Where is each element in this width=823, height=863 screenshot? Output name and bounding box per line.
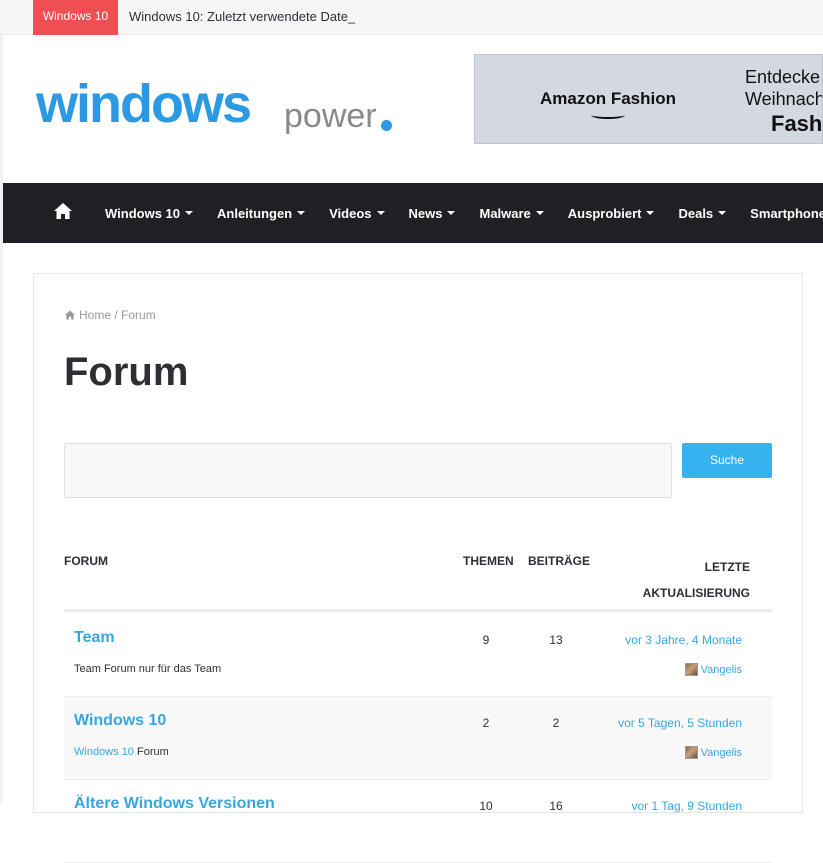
news-ticker[interactable]: Windows 10: Zuletzt verwendete Date_ <box>129 9 355 24</box>
nav-label: Videos <box>329 205 372 221</box>
top-bar: Windows 10 Windows 10: Zuletzt verwendet… <box>0 0 823 35</box>
forum-title-link[interactable]: Team <box>74 629 115 647</box>
column-header-letzte-aktualisierung: LETZTE AKTUALISIERUNG <box>610 554 750 606</box>
last-update-link[interactable]: vor 5 Tagen, 5 Stunden <box>618 716 742 730</box>
column-header-themen: THEMEN <box>463 554 514 568</box>
forum-title-link[interactable]: Windows 10 <box>74 712 166 730</box>
breadcrumb-separator: / <box>114 308 118 322</box>
nav-label: Anleitungen <box>217 205 293 221</box>
column-header-forum: FORUM <box>64 554 108 568</box>
ad-banner[interactable]: Amazon Fashion Entdecke Weihnach Fash <box>474 54 823 144</box>
ad-brand: Amazon Fashion <box>540 89 677 108</box>
caret-down-icon <box>646 211 655 215</box>
nav-label: Malware <box>479 205 531 221</box>
caret-down-icon <box>185 211 194 215</box>
forum-description-link[interactable]: Windows 10 <box>74 746 134 758</box>
nav-label: Windows 10 <box>105 205 181 221</box>
caret-down-icon <box>447 211 456 215</box>
caret-down-icon <box>376 211 385 215</box>
breadcrumb-home[interactable]: Home <box>79 308 111 322</box>
caret-down-icon <box>297 211 306 215</box>
nav-label: Ausprobiert <box>567 205 642 221</box>
logo-dot <box>381 120 392 131</box>
home-icon <box>65 310 75 320</box>
table-header: FORUM THEMEN BEITRÄGE LETZTE AKTUALISIERU… <box>64 550 772 612</box>
left-border <box>0 35 3 804</box>
page-title: Forum <box>64 350 189 394</box>
forum-description-text: Forum <box>133 746 169 758</box>
forum-title-link[interactable]: Ältere Windows Versionen <box>74 795 275 813</box>
forum-description: Team Forum nur für das Team <box>74 663 221 675</box>
forum-description-text: Team Forum nur für das Team <box>74 663 222 675</box>
nav-item-windows-10[interactable]: Windows 10 <box>105 205 194 221</box>
topic-count: 2 <box>482 716 490 730</box>
last-update-link[interactable]: vor 3 Jahre, 4 Monate <box>625 633 742 647</box>
header-line2: AKTUALISIERUNG <box>642 586 750 600</box>
nav-item-videos[interactable]: Videos <box>329 205 385 221</box>
nav-item-anleitungen[interactable]: Anleitungen <box>217 205 306 221</box>
amazon-smile-icon <box>591 111 625 119</box>
table-row: Windows 10 Windows 10 Forum 2 2 vor 5 Ta… <box>64 697 772 780</box>
logo-windows-text: windows <box>36 74 252 134</box>
post-count: 16 <box>549 799 563 813</box>
caret-down-icon <box>535 211 544 215</box>
search-button[interactable]: Suche <box>682 443 772 478</box>
topic-count: 10 <box>479 799 493 813</box>
breaking-news-tag[interactable]: Windows 10 <box>33 0 118 35</box>
table-row: Team Team Forum nur für das Team 9 13 vo… <box>64 614 772 697</box>
last-poster-name: Vangelis <box>700 746 742 759</box>
ad-text-line1: Entdecke <box>745 67 821 87</box>
content-box: Home / Forum Forum Suche FORUM THEMEN BE… <box>33 273 803 863</box>
nav-item-ausprobiert[interactable]: Ausprobiert <box>568 206 655 221</box>
logo-power-text: power <box>284 97 377 135</box>
header-line1: LETZTE <box>704 560 750 574</box>
breadcrumb: Home / Forum <box>64 308 156 322</box>
nav-item-smartphone[interactable]: Smartphone <box>750 206 823 221</box>
column-header-beitraege: BEITRÄGE <box>528 554 591 568</box>
ad-text-line3: Fash <box>771 111 823 136</box>
nav-menu: Windows 10 Anleitungen Videos News Malwa… <box>105 183 823 243</box>
breadcrumb-current: Forum <box>121 308 156 322</box>
last-poster[interactable]: Vangelis <box>684 663 742 676</box>
nav-item-malware[interactable]: Malware <box>479 205 544 221</box>
forum-description: Windows 10 Forum <box>74 746 169 758</box>
avatar <box>684 663 698 676</box>
caret-down-icon <box>718 211 727 215</box>
nav-label: Smartphone <box>750 205 823 221</box>
nav-item-news[interactable]: News <box>409 206 456 221</box>
last-poster-name: Vangelis <box>700 663 742 676</box>
main-nav: Windows 10 Anleitungen Videos News Malwa… <box>3 183 823 243</box>
nav-label: Deals <box>678 205 714 221</box>
last-update-link[interactable]: vor 1 Tag, 9 Stunden <box>631 799 742 813</box>
search-input[interactable] <box>64 443 672 498</box>
topic-count: 9 <box>482 633 490 647</box>
home-icon[interactable] <box>53 202 73 220</box>
last-poster[interactable]: Vangelis <box>684 746 742 759</box>
post-count: 2 <box>552 716 560 730</box>
table-row: Ältere Windows Versionen 10 16 vor 1 Tag… <box>64 780 772 863</box>
ad-text-line2: Weihnach <box>745 89 823 109</box>
nav-item-deals[interactable]: Deals <box>678 205 727 221</box>
nav-label: News <box>408 205 443 221</box>
avatar <box>684 746 698 759</box>
post-count: 13 <box>549 633 563 647</box>
